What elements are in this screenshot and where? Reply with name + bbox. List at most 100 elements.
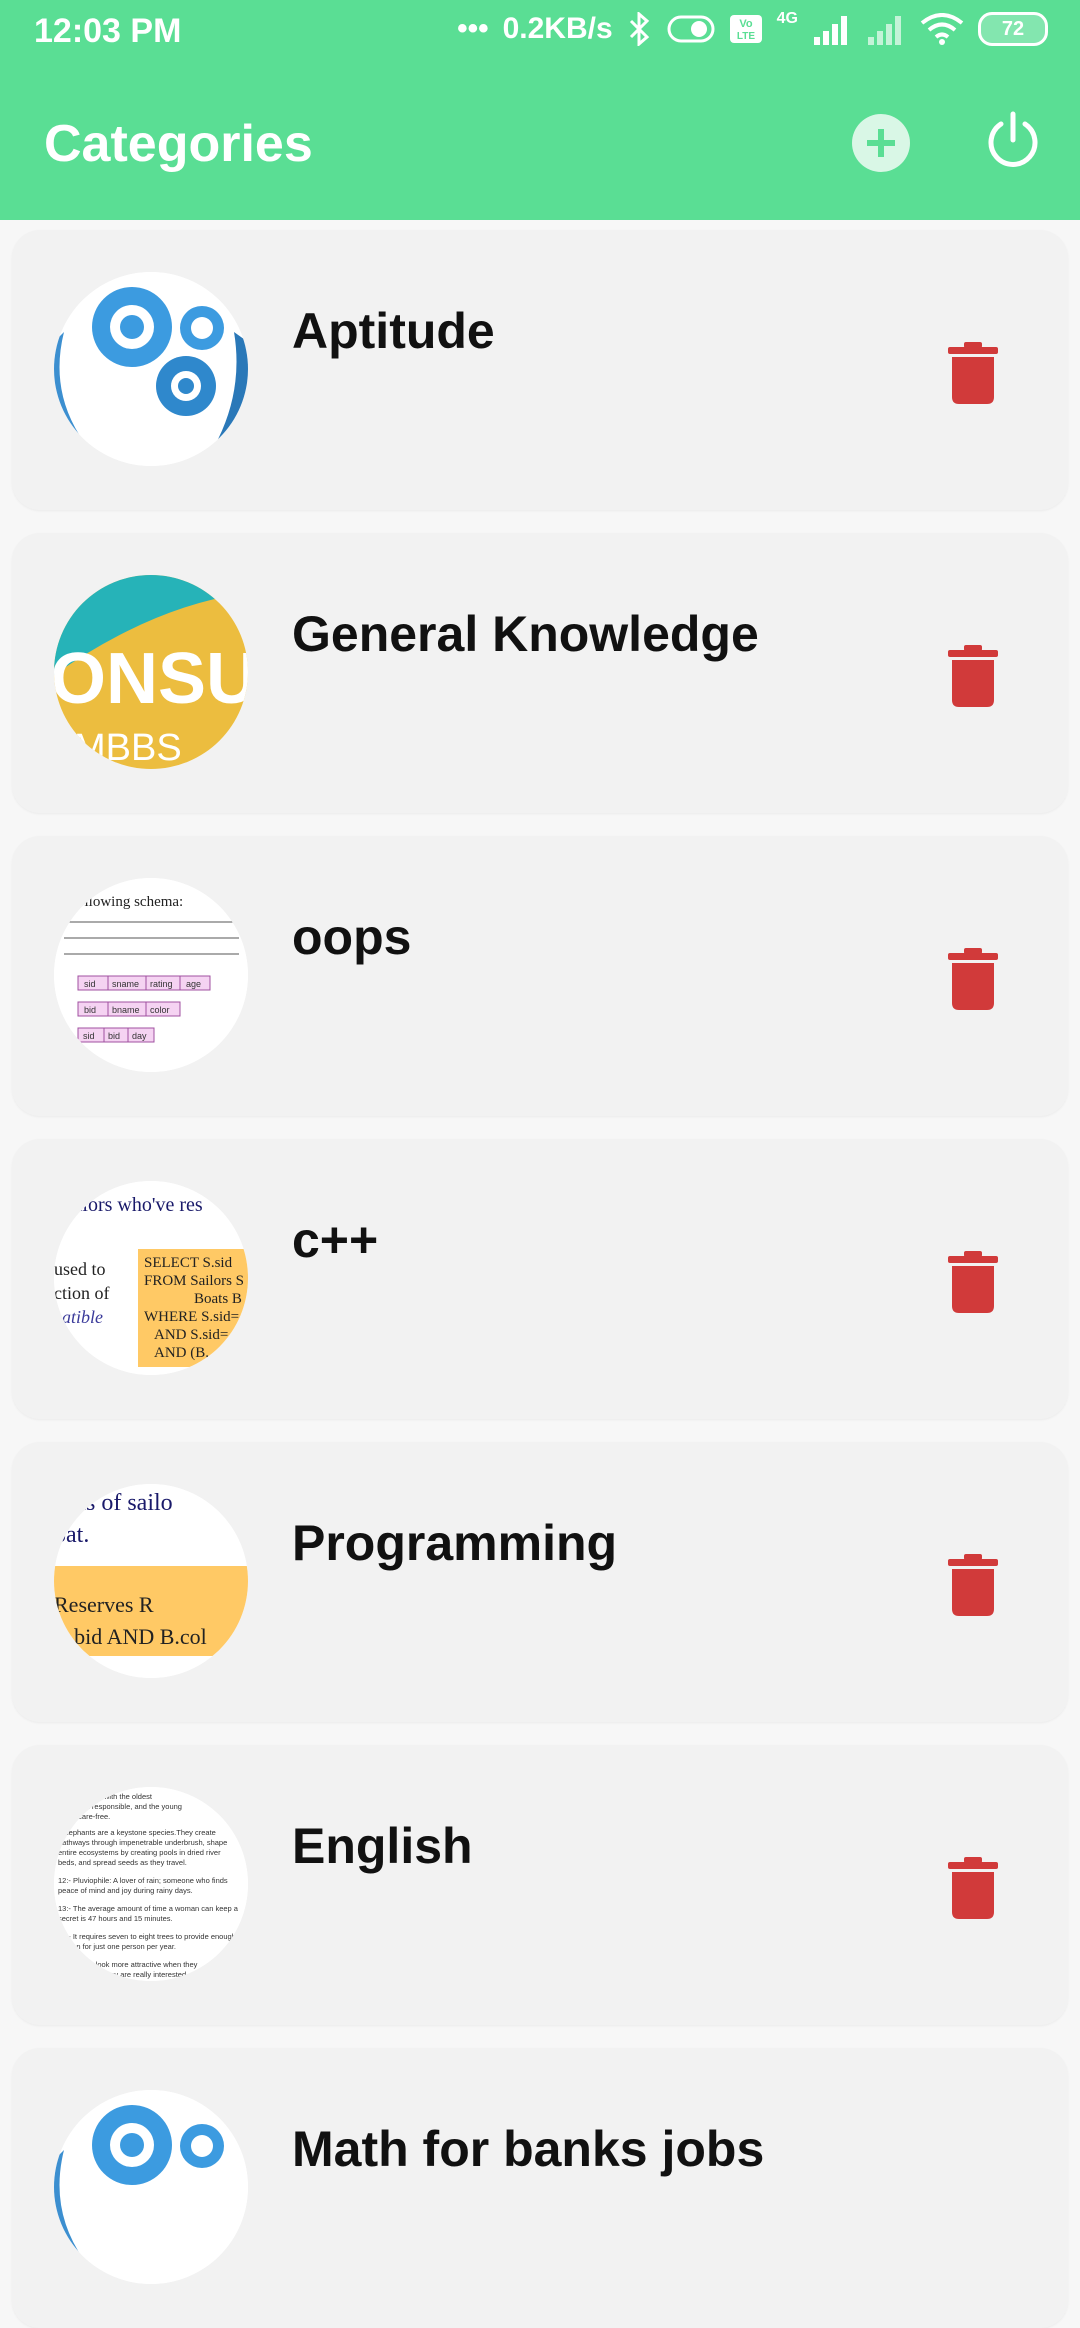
trash-icon [948,1857,998,1919]
volte-icon: VoLTE [729,15,762,43]
trash-icon [948,948,998,1010]
category-card[interactable]: ailors who've res used to ction of eatib… [12,1139,1068,1419]
svg-text:rating: rating [150,979,173,989]
category-thumbnail: ONSU MBBS [54,575,248,769]
category-name: Math for banks jobs [292,2121,765,2177]
category-card[interactable]: Math for banks jobs [12,2048,1068,2328]
svg-text:gen for just one person per ye: gen for just one person per year. [68,1942,176,1951]
category-thumbnail: sids of sailo oat. Reserves R R.bid AND … [54,1484,248,1678]
battery-level: 72 [1001,17,1025,40]
category-name: English [292,1818,473,1874]
plus-icon [867,129,895,157]
svg-text:following schema:: following schema: [72,894,183,910]
trash-icon [948,1554,998,1616]
page-title: Categories [44,115,313,173]
svg-text:bid: bid [84,1005,96,1015]
category-name: General Knowledge [292,606,759,662]
delete-button[interactable] [944,1554,1002,1616]
app-bar: Categories [0,66,1080,220]
status-bar: 12:03 PM ••• 0.2KB/s Vo LTE 4G 72 [0,0,1080,66]
svg-text:secret is 47 hours and 15 minu: secret is 47 hours and 15 minutes. [58,1914,173,1923]
status-icons: ••• 0.2KB/s Vo LTE 4G 72 [457,10,1048,46]
network-type: 4G [776,10,798,27]
category-name: oops [292,909,412,965]
svg-text:pathways through impenetrable: pathways through impenetrable underbrush… [58,1838,227,1847]
svg-text:12:- Pluviophile: A lover of r: 12:- Pluviophile: A lover of rain; someo… [58,1876,228,1885]
svg-text:13:- The average amount of tim: 13:- The average amount of time a woman … [58,1904,239,1913]
svg-text:AND (B.: AND (B. [154,1345,209,1361]
svg-text:bid: bid [108,1031,120,1041]
category-card[interactable]: following schema: sid sname rating age b… [12,836,1068,1116]
schema-image: following schema: sid sname rating age b… [54,878,248,1072]
network-speed: 0.2KB/s [502,12,613,45]
svg-text:He look more attractive when t: He look more attractive when they [84,1960,198,1969]
sql-text-image: sids of sailo oat. Reserves R R.bid AND … [54,1484,248,1678]
category-card[interactable]: ONSU MBBS General Knowledge [12,533,1068,813]
delete-button[interactable] [944,342,1002,404]
svg-text:SELECT S.sid: SELECT S.sid [144,1255,233,1271]
category-name: c++ [292,1212,379,1268]
sql-query-image: ailors who've res used to ction of eatib… [54,1181,248,1375]
add-category-button[interactable] [852,114,910,172]
svg-text:R.bid AND B.col: R.bid AND B.col [54,1624,207,1649]
svg-text:t care-free.: t care-free. [74,1812,110,1821]
category-card[interactable]: Aptitude [12,230,1068,510]
trash-icon [948,645,998,707]
battery-icon: 72 [978,12,1048,46]
gears-image [54,272,248,466]
svg-text:Boats B: Boats B [194,1291,242,1307]
category-thumbnail: ailors who've res used to ction of eatib… [54,1181,248,1375]
facts-text-image: with the oldest st responsible, and the … [54,1787,248,1981]
svg-text:FROM Sailors S: FROM Sailors S [144,1273,244,1289]
svg-text:bname: bname [112,1005,140,1015]
svg-text:MBBS: MBBS [74,727,182,769]
svg-text:beds, and spread seeds as they: beds, and spread seeds as they travel. [58,1858,187,1867]
bluetooth-icon [629,12,649,46]
svg-text:eatible: eatible [54,1307,103,1327]
delete-button[interactable] [944,1251,1002,1313]
delete-button[interactable] [944,1857,1002,1919]
svg-text:4:- It requires seven to eight: 4:- It requires seven to eight trees to … [62,1932,236,1941]
svg-text:sid: sid [84,979,96,989]
svg-text:sid: sid [83,1031,95,1041]
svg-text:WHERE S.sid=: WHERE S.sid= [144,1309,239,1325]
category-name: Programming [292,1515,618,1571]
svg-text:Elephants are a keystone speci: Elephants are a keystone species.They cr… [62,1828,216,1837]
svg-text:age: age [186,979,201,989]
category-thumbnail [54,2090,248,2284]
svg-text:ailors who've res: ailors who've res [68,1194,203,1216]
status-time: 12:03 PM [34,12,182,50]
svg-text:they are really interested: they are really interested [104,1970,186,1979]
svg-text:peace of mind and joy during r: peace of mind and joy during rainy days. [58,1886,193,1895]
toggle-icon [667,15,715,43]
signal-2-icon [868,16,901,45]
svg-text:AND S.sid=: AND S.sid= [154,1327,228,1343]
svg-text:ction of: ction of [54,1283,110,1303]
svg-text:entire ecosystems by creating: entire ecosystems by creating pools in d… [58,1848,221,1857]
category-name: Aptitude [292,303,495,359]
category-thumbnail [54,272,248,466]
delete-button[interactable] [944,645,1002,707]
svg-text:Reserves R: Reserves R [54,1592,154,1617]
power-icon [988,111,1038,167]
signal-icon [814,16,847,45]
svg-text:color: color [150,1005,170,1015]
svg-text:st responsible, and the young: st responsible, and the young [84,1802,182,1811]
svg-text:sname: sname [112,979,139,989]
trash-icon [948,342,998,404]
category-thumbnail: following schema: sid sname rating age b… [54,878,248,1072]
svg-text:with the oldest: with the oldest [103,1792,153,1801]
category-card[interactable]: with the oldest st responsible, and the … [12,1745,1068,2025]
trash-icon [948,1251,998,1313]
svg-text:oat.: oat. [54,1522,89,1548]
svg-text:day: day [132,1031,147,1041]
svg-text:ONSU: ONSU [54,639,248,719]
delete-button[interactable] [944,948,1002,1010]
consult-mbbs-image: ONSU MBBS [54,575,248,769]
logout-button[interactable] [982,110,1044,172]
gears-image [54,2090,248,2284]
category-card[interactable]: sids of sailo oat. Reserves R R.bid AND … [12,1442,1068,1722]
svg-text:LTE: LTE [737,31,755,42]
wifi-icon [920,13,964,45]
svg-text:used to: used to [54,1259,106,1279]
